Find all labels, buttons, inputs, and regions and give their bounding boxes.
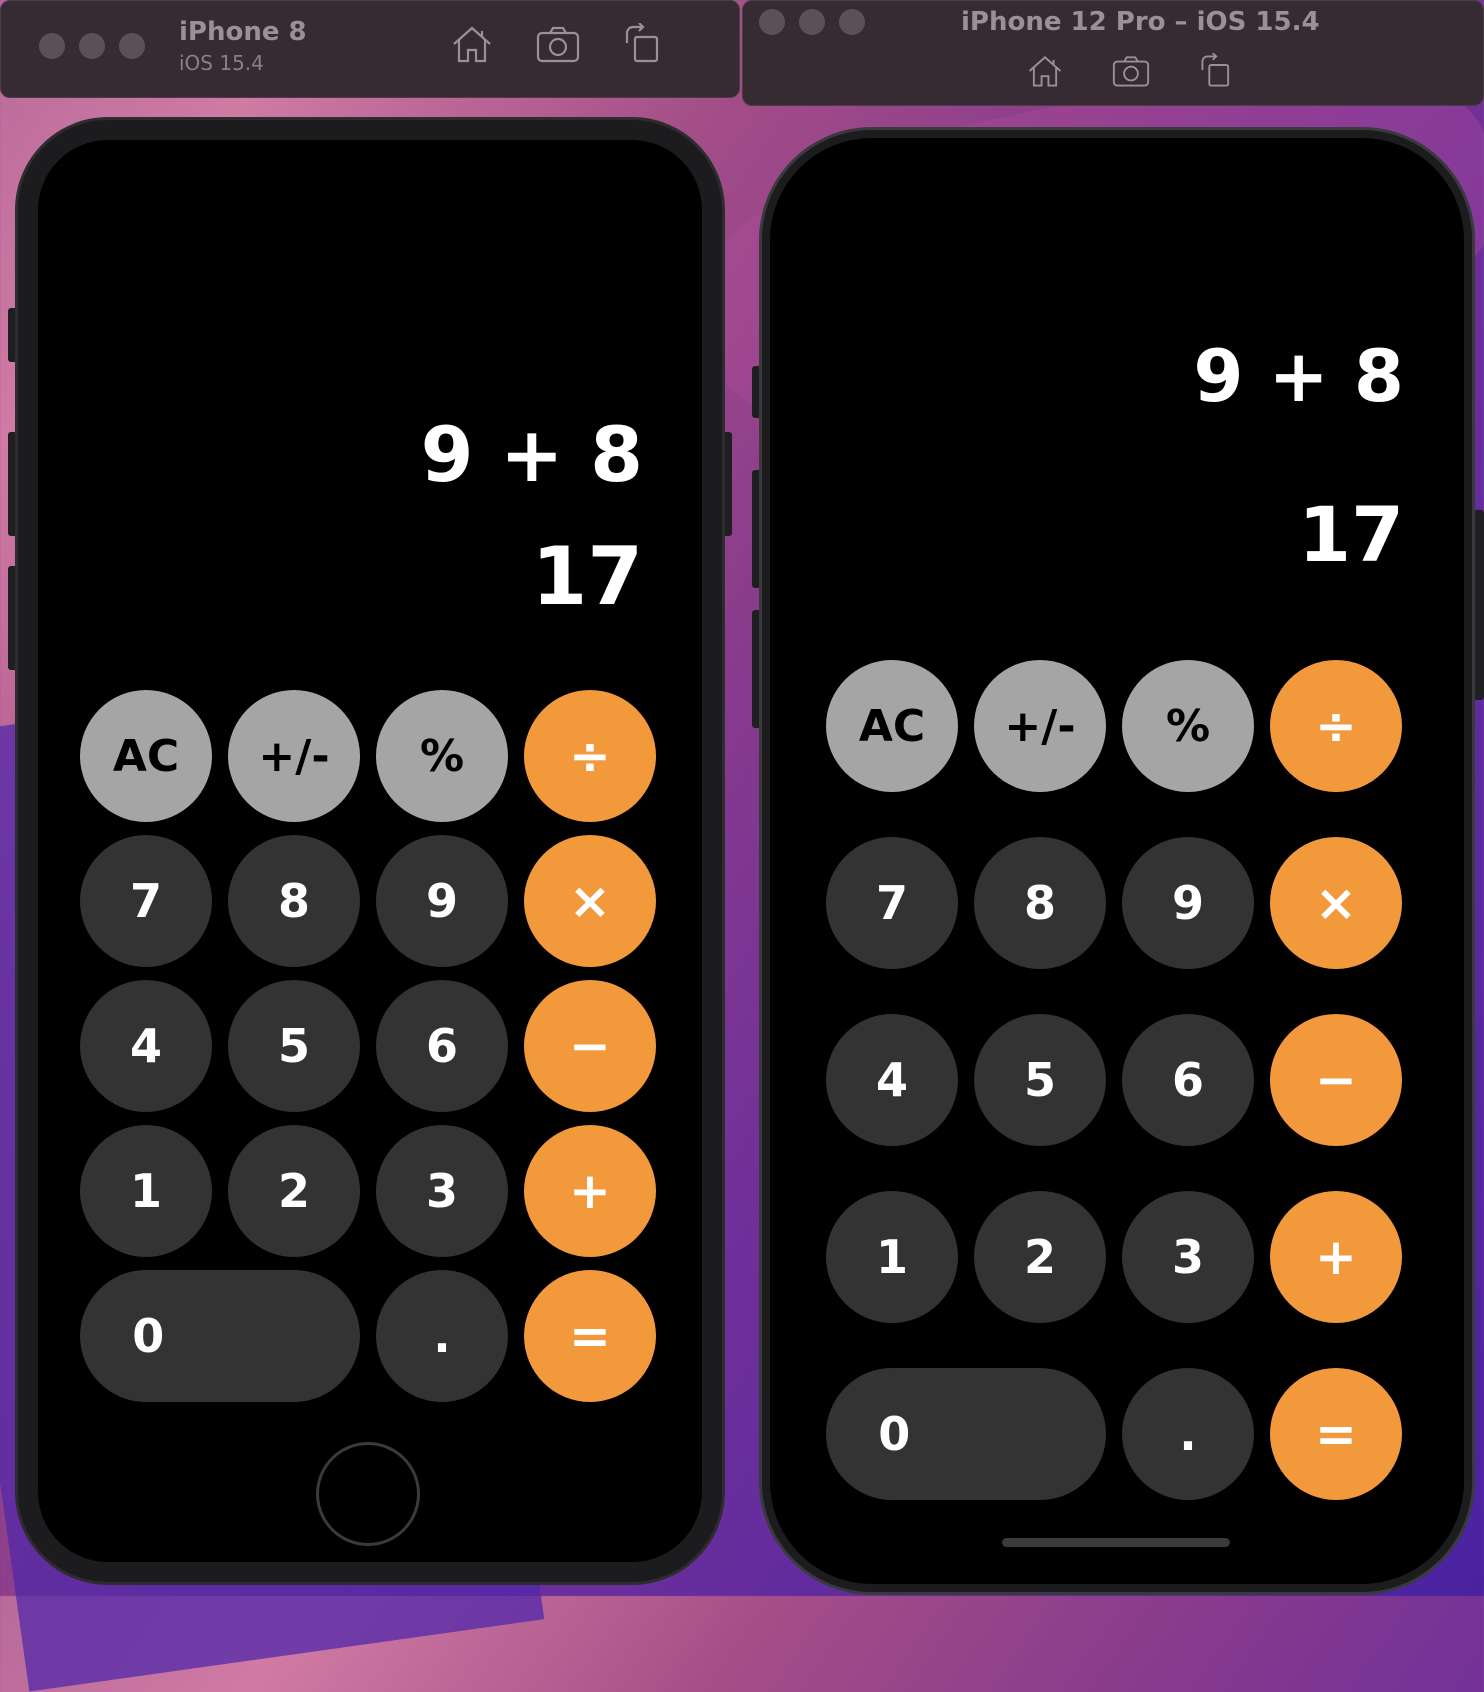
add-button[interactable]: + — [1270, 1191, 1402, 1323]
volume-up-button — [752, 470, 762, 588]
mute-switch — [8, 308, 18, 362]
digit-1-button[interactable]: 1 — [826, 1191, 958, 1323]
device-name: iPhone 12 Pro – iOS 15.4 — [961, 7, 1320, 37]
equals-button[interactable]: = — [1270, 1368, 1402, 1500]
multiply-button[interactable]: × — [524, 835, 656, 967]
divide-button[interactable]: ÷ — [524, 690, 656, 822]
expression-display: 9 + 8 — [1193, 334, 1404, 418]
volume-down-button — [752, 610, 762, 728]
digit-5-button[interactable]: 5 — [974, 1014, 1106, 1146]
volume-up-button — [8, 432, 18, 536]
rotate-icon[interactable] — [1197, 53, 1237, 89]
screenshot-icon[interactable] — [1111, 53, 1151, 89]
digit-4-button[interactable]: 4 — [80, 980, 212, 1112]
digit-5-button[interactable]: 5 — [228, 980, 360, 1112]
home-icon[interactable] — [1025, 53, 1065, 89]
digit-9-button[interactable]: 9 — [1122, 837, 1254, 969]
equals-button[interactable]: = — [524, 1270, 656, 1402]
zoom-window-button[interactable] — [839, 9, 865, 35]
os-version: iOS 15.4 — [179, 51, 264, 75]
close-window-button[interactable] — [39, 33, 65, 59]
result-display: 17 — [1298, 490, 1404, 579]
result-display: 17 — [531, 530, 643, 623]
rotate-icon[interactable] — [621, 23, 667, 65]
simulator-titlebar-iphone12pro: iPhone 12 Pro – iOS 15.4 — [742, 0, 1484, 106]
minimize-window-button[interactable] — [79, 33, 105, 59]
subtract-button[interactable]: − — [1270, 1014, 1402, 1146]
simulator-titlebar-iphone8: iPhone 8 iOS 15.4 — [0, 0, 740, 98]
digit-7-button[interactable]: 7 — [826, 837, 958, 969]
decimal-button[interactable]: . — [376, 1270, 508, 1402]
home-button[interactable] — [316, 1442, 420, 1546]
add-button[interactable]: + — [524, 1125, 656, 1257]
digit-8-button[interactable]: 8 — [228, 835, 360, 967]
percent-button[interactable]: % — [376, 690, 508, 822]
home-icon[interactable] — [449, 23, 495, 65]
plus-minus-button[interactable]: +/- — [974, 660, 1106, 792]
digit-6-button[interactable]: 6 — [376, 980, 508, 1112]
window-controls — [39, 33, 145, 59]
divide-button[interactable]: ÷ — [1270, 660, 1402, 792]
percent-button[interactable]: % — [1122, 660, 1254, 792]
screenshot-icon[interactable] — [535, 23, 581, 65]
power-button — [1474, 510, 1484, 700]
power-button — [722, 432, 732, 536]
digit-3-button[interactable]: 3 — [376, 1125, 508, 1257]
close-window-button[interactable] — [759, 9, 785, 35]
digit-7-button[interactable]: 7 — [80, 835, 212, 967]
digit-3-button[interactable]: 3 — [1122, 1191, 1254, 1323]
volume-down-button — [8, 566, 18, 670]
subtract-button[interactable]: − — [524, 980, 656, 1112]
home-indicator[interactable] — [1002, 1538, 1230, 1547]
all-clear-button[interactable]: AC — [80, 690, 212, 822]
plus-minus-button[interactable]: +/- — [228, 690, 360, 822]
mute-switch — [752, 366, 762, 418]
minimize-window-button[interactable] — [799, 9, 825, 35]
all-clear-button[interactable]: AC — [826, 660, 958, 792]
digit-0-button[interactable]: 0 — [826, 1368, 1106, 1500]
digit-2-button[interactable]: 2 — [974, 1191, 1106, 1323]
digit-9-button[interactable]: 9 — [376, 835, 508, 967]
device-name: iPhone 8 — [179, 17, 307, 47]
digit-1-button[interactable]: 1 — [80, 1125, 212, 1257]
expression-display: 9 + 8 — [420, 410, 643, 499]
decimal-button[interactable]: . — [1122, 1368, 1254, 1500]
multiply-button[interactable]: × — [1270, 837, 1402, 969]
digit-2-button[interactable]: 2 — [228, 1125, 360, 1257]
digit-6-button[interactable]: 6 — [1122, 1014, 1254, 1146]
window-controls — [759, 9, 865, 35]
digit-8-button[interactable]: 8 — [974, 837, 1106, 969]
digit-4-button[interactable]: 4 — [826, 1014, 958, 1146]
zoom-window-button[interactable] — [119, 33, 145, 59]
digit-0-button[interactable]: 0 — [80, 1270, 360, 1402]
